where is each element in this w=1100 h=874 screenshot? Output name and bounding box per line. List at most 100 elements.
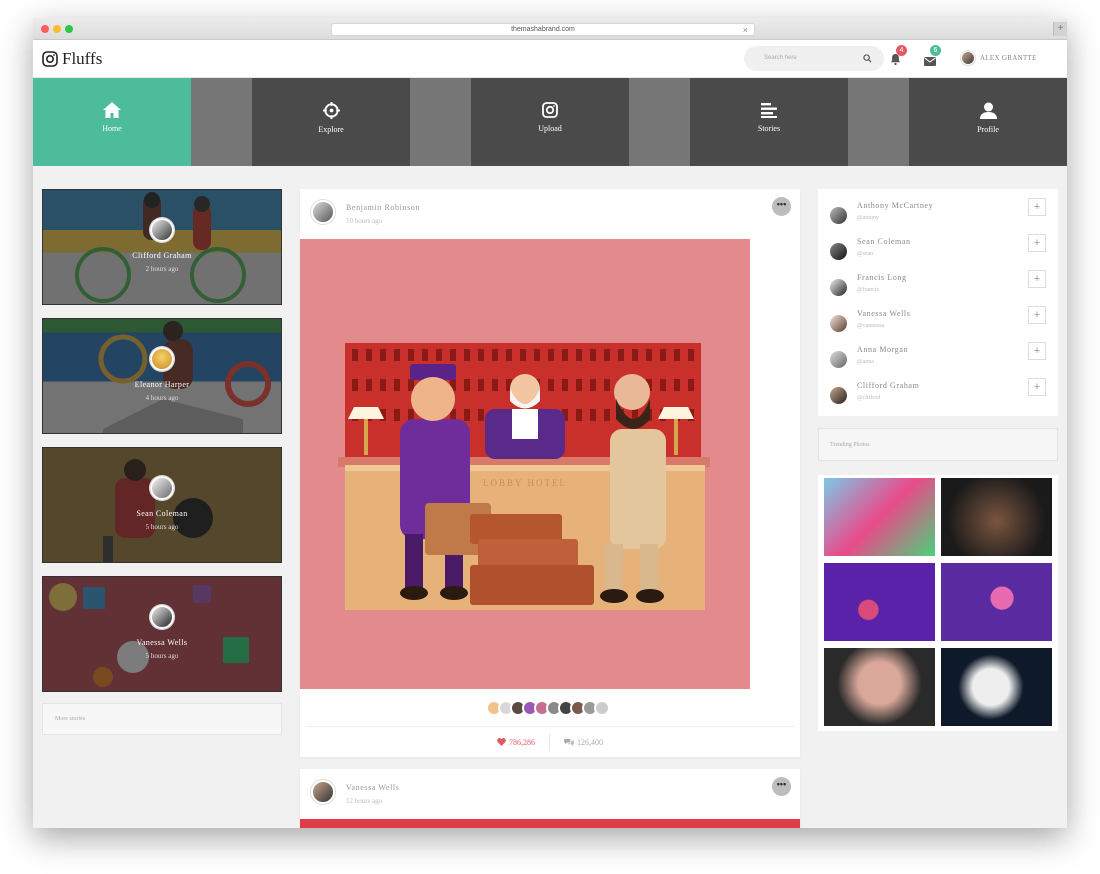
story-time: 5 hours ago <box>145 523 179 531</box>
post-author-name[interactable]: Benjamin Robinson <box>346 203 420 212</box>
suggestion-handle: @francis <box>857 287 879 293</box>
suggestion-handle: @antony <box>857 215 879 221</box>
like-button[interactable]: 786,286 <box>497 738 535 747</box>
top-bar: Fluffs Search here 4 6 ALEX GRANTTE <box>33 40 1067 78</box>
clear-url-icon[interactable]: × <box>743 24 748 36</box>
search-icon[interactable] <box>863 54 872 63</box>
nav-upload-label: Upload <box>538 124 562 133</box>
stats-divider <box>549 734 550 750</box>
post-time: 10 hours ago <box>346 217 383 225</box>
more-stories-link[interactable]: More stories <box>42 703 282 735</box>
follow-button[interactable]: + <box>1028 234 1046 252</box>
trending-photo[interactable] <box>941 563 1052 641</box>
follow-button[interactable]: + <box>1028 306 1046 324</box>
follow-button[interactable]: + <box>1028 270 1046 288</box>
message-badge: 6 <box>930 45 941 56</box>
post-image[interactable] <box>300 819 800 828</box>
trending-photo[interactable] <box>941 648 1052 726</box>
suggestion-avatar[interactable] <box>830 315 847 332</box>
story-avatar <box>150 218 174 242</box>
nav-stories-label: Stories <box>757 124 781 133</box>
story-card[interactable]: Clifford Graham 2 hours ago <box>42 189 282 305</box>
post-author-name[interactable]: Vanessa Wells <box>346 783 399 792</box>
suggestion-row: Clifford Graham @clifford + <box>830 375 1046 411</box>
nav-profile[interactable]: Profile <box>909 78 1067 166</box>
post-options-button[interactable]: ••• <box>772 777 791 796</box>
main-nav: Home Explore Upload Stories Profile <box>33 78 1067 166</box>
suggestion-handle: @sean <box>857 251 874 257</box>
suggestion-name[interactable]: Francis Long <box>857 273 907 282</box>
suggestion-avatar[interactable] <box>830 243 847 260</box>
story-name: Sean Coleman <box>136 509 188 518</box>
post-options-button[interactable]: ••• <box>772 197 791 216</box>
maximize-window-button[interactable] <box>65 25 73 33</box>
instagram-logo-icon <box>42 51 58 67</box>
nav-explore[interactable]: Explore <box>252 78 410 166</box>
nav-upload[interactable]: Upload <box>471 78 629 166</box>
camera-icon <box>542 102 558 118</box>
user-icon <box>979 102 997 119</box>
suggestion-avatar[interactable] <box>830 387 847 404</box>
suggestion-row: Vanessa Wells @vannessa + <box>830 303 1046 339</box>
suggestion-name[interactable]: Clifford Graham <box>857 381 919 390</box>
suggestion-row: Sean Coleman @sean + <box>830 231 1046 267</box>
suggestion-name[interactable]: Sean Coleman <box>857 237 911 246</box>
likers-avatars[interactable] <box>306 689 794 727</box>
brand-name: Fluffs <box>62 49 103 68</box>
suggestion-avatar[interactable] <box>830 351 847 368</box>
user-menu[interactable]: ALEX GRANTTE <box>961 51 1037 65</box>
stories-column: Clifford Graham 2 hours ago Eleanor Harp… <box>42 189 282 735</box>
search-placeholder: Search here <box>764 55 797 61</box>
story-card[interactable]: Vanessa Wells 5 hours ago <box>42 576 282 692</box>
brand-logo[interactable]: Fluffs <box>42 49 102 69</box>
suggestions-panel: Anthony McCartney @antony + Sean Coleman… <box>818 189 1058 416</box>
trending-photo[interactable] <box>824 478 935 556</box>
story-avatar <box>150 476 174 500</box>
post-stats: 786,286 126,400 <box>300 727 800 757</box>
follow-button[interactable]: + <box>1028 342 1046 360</box>
follow-button[interactable]: + <box>1028 378 1046 396</box>
nav-stories[interactable]: Stories <box>690 78 848 166</box>
post-card: Vanessa Wells 12 hours ago ••• <box>300 769 800 828</box>
post-author-avatar[interactable] <box>311 200 335 224</box>
trending-photos-grid <box>818 475 1058 731</box>
suggestion-name[interactable]: Anna Morgan <box>857 345 908 354</box>
search-input[interactable]: Search here <box>744 46 884 71</box>
trending-photo[interactable] <box>824 648 935 726</box>
post-author-avatar[interactable] <box>311 780 335 804</box>
story-avatar <box>150 605 174 629</box>
nav-profile-label: Profile <box>977 125 999 134</box>
stories-icon <box>761 103 777 118</box>
heart-icon <box>497 738 506 746</box>
suggestion-avatar[interactable] <box>830 279 847 296</box>
suggestion-avatar[interactable] <box>830 207 847 224</box>
trending-photo[interactable] <box>824 563 935 641</box>
story-time: 2 hours ago <box>145 265 179 273</box>
liker-avatar <box>594 699 610 716</box>
story-avatar <box>150 347 174 371</box>
new-tab-button[interactable]: + <box>1053 22 1067 36</box>
post-card: Benjamin Robinson 10 hours ago ••• LOBBY… <box>300 189 800 757</box>
comment-button[interactable]: 126,400 <box>564 738 603 747</box>
close-window-button[interactable] <box>41 25 49 33</box>
post-time: 12 hours ago <box>346 797 383 805</box>
story-caption: Sean Coleman 5 hours ago <box>43 476 281 531</box>
story-card[interactable]: Eleanor Harper 4 hours ago <box>42 318 282 434</box>
address-bar[interactable]: themashabrand.com × <box>331 23 755 36</box>
messages-button[interactable]: 6 <box>924 45 941 71</box>
hotel-lobby-illustration: LOBBY HOTEL <box>300 239 750 689</box>
suggestion-name[interactable]: Anthony McCartney <box>857 201 933 210</box>
minimize-window-button[interactable] <box>53 25 61 33</box>
nav-home[interactable]: Home <box>33 78 191 166</box>
suggestion-name[interactable]: Vanessa Wells <box>857 309 910 318</box>
trending-photo[interactable] <box>941 478 1052 556</box>
notification-badge: 4 <box>896 45 907 56</box>
story-name: Eleanor Harper <box>134 380 190 389</box>
follow-button[interactable]: + <box>1028 198 1046 216</box>
suggestion-row: Anthony McCartney @antony + <box>830 195 1046 231</box>
suggestion-handle: @clifford <box>857 395 881 401</box>
trending-photos-header: Trending Photos <box>818 428 1058 461</box>
post-image[interactable]: LOBBY HOTEL <box>300 239 750 689</box>
story-card[interactable]: Sean Coleman 5 hours ago <box>42 447 282 563</box>
notifications-button[interactable]: 4 <box>890 45 907 70</box>
